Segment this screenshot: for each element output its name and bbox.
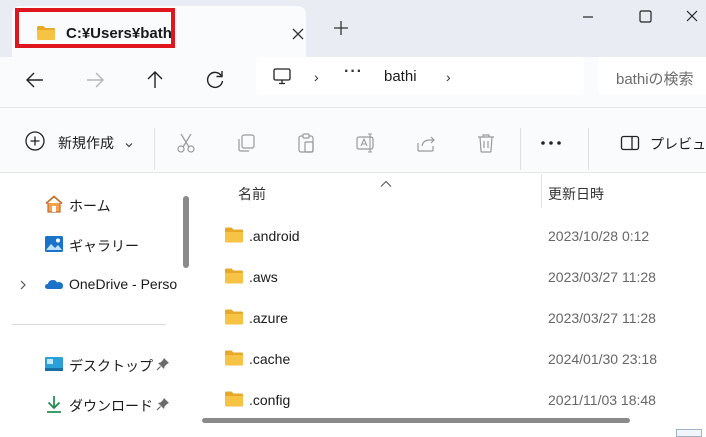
file-name: .aws xyxy=(249,269,278,285)
home-icon xyxy=(44,194,64,214)
file-name: .azure xyxy=(249,310,288,326)
file-row[interactable]: .aws 2023/03/27 11:28 xyxy=(196,259,706,293)
nav-item-home[interactable]: ホーム xyxy=(0,190,178,220)
download-icon xyxy=(44,394,64,414)
minimize-icon[interactable] xyxy=(568,4,608,30)
nav-item-downloads[interactable]: ダウンロード xyxy=(0,390,178,420)
up-arrow-icon[interactable] xyxy=(142,67,168,93)
close-window-icon[interactable] xyxy=(678,4,706,30)
status-bar-corner xyxy=(676,429,702,437)
rename-icon[interactable] xyxy=(355,132,377,154)
sort-ascending-icon xyxy=(379,175,393,187)
see-more-icon[interactable] xyxy=(538,132,564,154)
pin-icon[interactable] xyxy=(156,397,170,411)
file-list-horizontal-scrollbar[interactable] xyxy=(200,411,706,437)
share-icon[interactable] xyxy=(415,132,437,154)
paste-icon[interactable] xyxy=(295,132,317,154)
search-box[interactable]: bathiの検索 xyxy=(598,57,706,95)
file-modified-date: 2023/10/28 0:12 xyxy=(548,228,650,244)
folder-icon xyxy=(224,349,244,367)
onedrive-cloud-icon xyxy=(44,274,64,294)
close-tab-icon[interactable] xyxy=(288,24,308,44)
column-header-modified[interactable]: 更新日時 xyxy=(548,184,604,204)
preview-pane-icon xyxy=(620,135,640,151)
folder-icon xyxy=(224,390,244,408)
command-bar: 新規作成 プレビュー xyxy=(0,107,706,173)
nav-item-label: デスクトップ xyxy=(69,358,153,374)
this-pc-icon[interactable] xyxy=(272,66,292,86)
nav-item-onedrive[interactable]: OneDrive - Personal xyxy=(0,270,178,300)
file-list: 名前 更新日時 .android 2023/10/28 0:12 .aws 20… xyxy=(196,174,706,437)
horizontal-scrollbar-thumb[interactable] xyxy=(202,418,630,423)
navigation-pane: ホーム ギャラリー OneDrive - Personal デスクトップ ダウン… xyxy=(0,174,178,437)
desktop-icon xyxy=(44,354,64,374)
chevron-right-icon[interactable]: › xyxy=(446,69,451,85)
delete-icon[interactable] xyxy=(475,132,497,154)
nav-divider xyxy=(12,324,166,325)
column-header-name[interactable]: 名前 xyxy=(238,184,266,204)
file-name: .config xyxy=(249,392,291,408)
address-bar[interactable]: › ··· bathi › xyxy=(256,57,584,95)
address-row: › ··· bathi › bathiの検索 xyxy=(0,57,706,107)
nav-item-desktop[interactable]: デスクトップ xyxy=(0,350,178,380)
copy-icon[interactable] xyxy=(235,132,257,154)
chevron-down-icon xyxy=(124,137,134,148)
nav-item-label: ギャラリー xyxy=(69,238,139,254)
column-divider[interactable] xyxy=(541,174,542,208)
title-bar: C:¥Users¥bathi xyxy=(0,0,706,57)
chevron-right-icon[interactable]: › xyxy=(314,69,319,85)
folder-icon xyxy=(224,267,244,285)
file-row[interactable]: .azure 2023/03/27 11:28 xyxy=(196,300,706,334)
gallery-icon xyxy=(44,234,64,254)
address-overflow-button[interactable]: ··· xyxy=(344,63,363,81)
search-input[interactable]: bathiの検索 xyxy=(616,68,694,89)
nav-item-gallery[interactable]: ギャラリー xyxy=(0,230,178,260)
breadcrumb-bathi[interactable]: bathi xyxy=(384,68,417,85)
file-name: .cache xyxy=(249,351,291,367)
refresh-icon[interactable] xyxy=(202,67,228,93)
pin-icon[interactable] xyxy=(156,357,170,371)
file-name: .android xyxy=(249,228,300,244)
cut-icon[interactable] xyxy=(175,132,197,154)
tab-highlight-box xyxy=(15,8,175,48)
file-row[interactable]: .android 2023/10/28 0:12 xyxy=(196,218,706,252)
new-tab-icon[interactable] xyxy=(331,18,351,38)
nav-item-label: OneDrive - Personal xyxy=(69,276,178,292)
nav-item-label: ホーム xyxy=(69,198,111,214)
toolbar-divider xyxy=(588,128,589,170)
new-button-label: 新規作成 xyxy=(58,135,114,151)
file-modified-date: 2023/03/27 11:28 xyxy=(548,310,656,326)
chevron-right-icon[interactable] xyxy=(18,278,28,290)
back-arrow-icon[interactable] xyxy=(22,67,48,93)
maximize-icon[interactable] xyxy=(625,4,665,30)
folder-icon xyxy=(224,308,244,326)
folder-icon xyxy=(224,226,244,244)
preview-label: プレビュー xyxy=(650,136,706,152)
file-modified-date: 2024/01/30 23:18 xyxy=(548,351,657,367)
plus-circle-icon xyxy=(24,130,46,152)
nav-item-label: ダウンロード xyxy=(69,398,153,414)
file-modified-date: 2023/03/27 11:28 xyxy=(548,269,656,285)
file-modified-date: 2021/11/03 18:48 xyxy=(548,392,656,408)
nav-pane-scrollbar-thumb[interactable] xyxy=(183,196,189,268)
file-row[interactable]: .cache 2024/01/30 23:18 xyxy=(196,341,706,375)
forward-arrow-icon[interactable] xyxy=(82,67,108,93)
toolbar-divider xyxy=(520,128,521,170)
toolbar-divider xyxy=(154,128,155,170)
